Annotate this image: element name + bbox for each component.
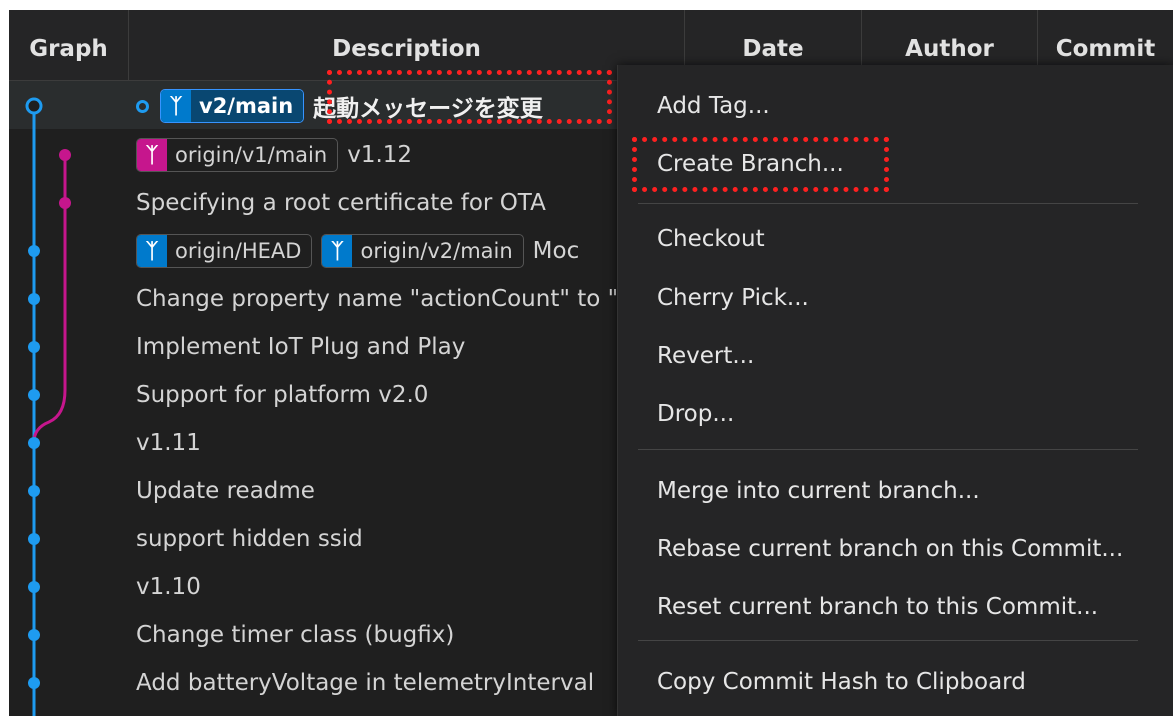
commit-row[interactable]: Change property name "actionCount" to " [136,277,618,321]
git-graph-view: Graph Description Date Author Commit ᛉ v… [9,10,1173,716]
commit-message: v1.11 [136,430,201,456]
commit-row[interactable]: Support for platform v2.0 [136,373,428,417]
highlight-box-create-branch [632,137,889,192]
commit-node[interactable] [28,293,40,305]
context-menu: Add Tag... Create Branch... Checkout Che… [617,65,1173,716]
branch-icon: ᛉ [137,235,167,267]
commit-node[interactable] [28,437,40,449]
commit-message: Update readme [136,478,315,504]
commit-message: Support for platform v2.0 [136,382,429,408]
branch-tag[interactable]: ᛉ v2/main [160,89,305,123]
commit-message: Implement IoT Plug and Play [136,334,466,360]
commit-row[interactable]: v1.10 [136,565,201,609]
menu-separator [638,640,1138,641]
branch-tag[interactable]: ᛉ origin/v1/main [136,138,339,172]
highlight-box-commit-message [327,70,612,124]
commit-row[interactable]: Change timer class (bugfix) [136,613,454,657]
commit-row[interactable]: v1.11 [136,421,201,465]
menu-item-revert[interactable]: Revert... [657,343,754,369]
commit-message: Moc [532,238,580,264]
commit-node[interactable] [28,245,40,257]
menu-item-cherry-pick[interactable]: Cherry Pick... [657,285,809,311]
menu-item-add-tag[interactable]: Add Tag... [657,93,770,119]
commit-row[interactable]: Update readme [136,469,315,513]
commit-graph [25,97,71,716]
commit-message: v1.12 [347,142,413,168]
commit-node[interactable] [59,149,71,161]
branch-icon: ᛉ [137,139,167,171]
branch-tag[interactable]: ᛉ origin/HEAD [136,234,313,268]
commit-message: support hidden ssid [136,526,363,552]
commit-node[interactable] [28,485,40,497]
commit-message: Specifying a root certificate for OTA [136,190,546,216]
head-marker-icon [136,99,149,113]
commit-node[interactable] [28,677,40,689]
menu-item-merge[interactable]: Merge into current branch... [657,478,980,504]
commit-message: v1.10 [136,574,201,600]
menu-item-reset[interactable]: Reset current branch to this Commit... [657,594,1098,620]
commit-row[interactable]: support hidden ssid [136,517,363,561]
commit-row[interactable]: Implement IoT Plug and Play [136,325,465,369]
commit-node[interactable] [28,533,40,545]
branch-icon: ᛉ [161,90,191,122]
commit-node[interactable] [28,389,40,401]
commit-node[interactable] [28,629,40,641]
branch-tag[interactable]: ᛉ origin/v2/main [321,234,524,268]
commit-node[interactable] [28,581,40,593]
commit-message: Change property name "actionCount" to " [136,286,619,312]
commit-row[interactable]: ᛉ origin/v1/main v1.12 [136,133,412,177]
commit-message: Add batteryVoltage in telemetryInterval [136,670,595,696]
commit-node[interactable] [59,197,71,209]
commit-node[interactable] [28,341,40,353]
menu-item-copy-hash[interactable]: Copy Commit Hash to Clipboard [657,669,1026,695]
menu-item-rebase[interactable]: Rebase current branch on this Commit... [657,536,1123,562]
commit-message: Change timer class (bugfix) [136,622,455,648]
menu-item-checkout[interactable]: Checkout [657,226,765,252]
head-commit-node[interactable] [25,97,43,115]
commit-row[interactable]: Specifying a root certificate for OTA [136,181,546,225]
branch-icon: ᛉ [322,235,353,267]
menu-separator [638,203,1138,204]
menu-item-drop[interactable]: Drop... [657,401,734,427]
commit-row[interactable]: Add batteryVoltage in telemetryInterval [136,661,594,705]
commit-row[interactable]: ᛉ origin/HEAD ᛉ origin/v2/main Moc [136,229,579,273]
menu-separator [638,449,1138,450]
